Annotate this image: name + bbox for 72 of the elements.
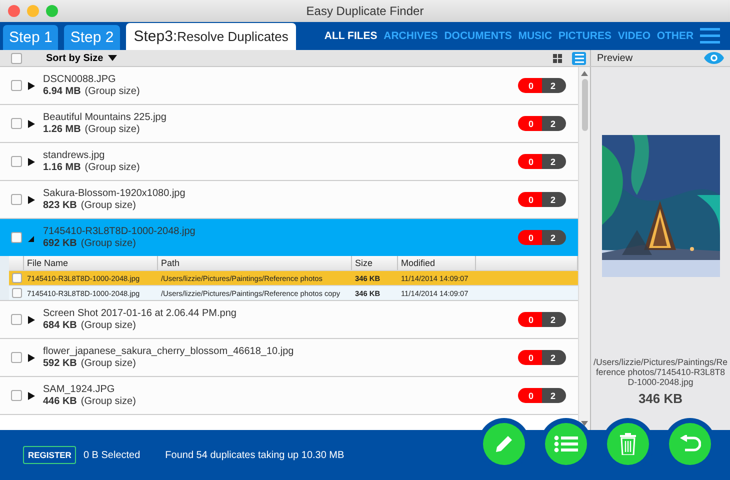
expand-triangle-icon[interactable] <box>27 120 35 128</box>
zoom-window-button[interactable] <box>46 5 58 17</box>
category-tab[interactable]: ALL FILES <box>324 30 378 42</box>
group-size-note: (Group size) <box>80 200 136 211</box>
checkbox[interactable] <box>12 288 22 298</box>
file-name: Sakura-Blossom-1920x1080.jpg <box>43 188 186 199</box>
scroll-up-icon[interactable] <box>581 71 588 76</box>
sort-dropdown[interactable]: Sort by Size <box>46 52 118 64</box>
file-name: DSCN0088.JPG <box>43 74 117 85</box>
collapse-triangle-icon[interactable] <box>27 234 35 242</box>
checkbox[interactable] <box>11 352 22 363</box>
expand-triangle-icon[interactable] <box>27 158 35 166</box>
step-tab[interactable]: Step3:Resolve Duplicates <box>126 23 296 50</box>
file-name: 7145410-R3L8T8D-1000-2048.jpg <box>43 226 196 237</box>
expand-triangle-icon[interactable] <box>27 354 35 362</box>
group-size: 446 KB <box>43 396 77 407</box>
file-name: Beautiful Mountains 225.jpg <box>43 112 168 123</box>
group-row[interactable]: 7145410-R3L8T8D-1000-2048.jpg 692 KB (Group size) 0 2 <box>0 219 578 256</box>
group-size-note: (Group size) <box>80 238 136 249</box>
pencil-button[interactable] <box>483 423 525 465</box>
checkbox[interactable] <box>11 194 22 205</box>
status-summary: Found 54 duplicates taking up 10.30 MB <box>165 450 344 460</box>
file-name: standrews.jpg <box>43 150 106 161</box>
checkbox[interactable] <box>11 232 22 243</box>
preview-title: Preview <box>597 52 633 64</box>
group-size-note: (Group size) <box>84 124 140 135</box>
expand-triangle-icon[interactable] <box>27 392 35 400</box>
checkbox[interactable] <box>12 273 22 283</box>
group-size: 1.26 MB <box>43 124 81 135</box>
file-name: SAM_1924.JPG <box>43 384 116 395</box>
group-size: 823 KB <box>43 200 77 211</box>
group-size: 692 KB <box>43 238 77 249</box>
group-size-note: (Group size) <box>84 86 140 97</box>
checkbox[interactable] <box>11 118 22 129</box>
eye-icon[interactable] <box>704 52 724 64</box>
scroll-down-icon[interactable] <box>581 421 588 426</box>
grid-view-button[interactable] <box>550 52 564 64</box>
file-name: Screen Shot 2017-01-16 at 2.06.44 PM.png <box>43 308 238 319</box>
checkbox[interactable] <box>11 390 22 401</box>
select-all-checkbox[interactable] <box>11 52 22 64</box>
file-name: flower_japanese_sakura_cherry_blossom_46618_10.jpg <box>43 346 295 357</box>
list-button[interactable] <box>545 423 587 465</box>
group-size: 592 KB <box>43 358 77 369</box>
undo-icon <box>679 435 701 453</box>
checkbox[interactable] <box>11 156 22 167</box>
caret-icon <box>108 55 118 61</box>
close-window-button[interactable] <box>8 5 20 17</box>
expand-triangle-icon[interactable] <box>27 82 35 90</box>
list-icon <box>554 435 578 453</box>
selected-size: 0 B Selected <box>83 450 140 460</box>
trash-icon <box>620 433 636 455</box>
undo-button[interactable] <box>669 423 711 465</box>
group-size-note: (Group size) <box>80 396 136 407</box>
window-title: Easy Duplicate Finder <box>306 4 424 18</box>
expand-triangle-icon[interactable] <box>27 316 35 324</box>
pencil-icon <box>493 433 515 455</box>
group-size: 6.94 MB <box>43 86 81 97</box>
group-size-note: (Group size) <box>80 320 136 331</box>
group-size-note: (Group size) <box>80 358 136 369</box>
register-button[interactable]: REGISTER <box>23 446 76 464</box>
group-size-note: (Group size) <box>84 162 140 173</box>
preview-file-path: /Users/lizzie/Pictures/Paintings/Reference photos/7145410-R3L8T8D-1000-2048.jpg <box>594 357 728 388</box>
menu-icon[interactable] <box>700 28 720 44</box>
list-view-button[interactable] <box>572 52 586 64</box>
trash-button[interactable] <box>607 423 649 465</box>
preview-file-size: 346 KB <box>638 391 683 406</box>
group-size: 684 KB <box>43 320 77 331</box>
checkbox[interactable] <box>11 80 22 91</box>
scrollbar[interactable] <box>579 67 591 430</box>
expand-triangle-icon[interactable] <box>27 196 35 204</box>
checkbox[interactable] <box>11 314 22 325</box>
group-size: 1.16 MB <box>43 162 81 173</box>
